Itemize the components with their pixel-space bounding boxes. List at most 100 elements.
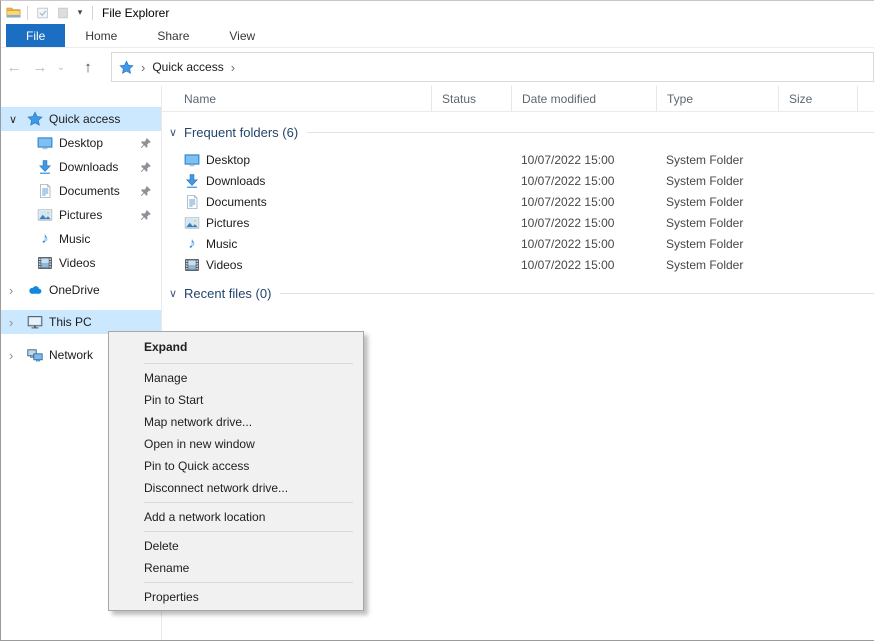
menu-item-properties[interactable]: Properties <box>109 586 363 608</box>
desktop-icon <box>37 135 53 151</box>
breadcrumb-chevron-icon[interactable]: › <box>224 60 242 75</box>
file-row-pictures[interactable]: Pictures 10/07/2022 15:00 System Folder <box>162 212 874 233</box>
videos-icon <box>37 255 53 271</box>
column-header-type[interactable]: Type <box>656 86 778 111</box>
up-button[interactable]: ↑ <box>75 59 101 76</box>
row-name: Music <box>206 237 237 251</box>
sidebar-item-downloads[interactable]: Downloads <box>1 155 161 179</box>
downloads-icon <box>184 173 200 189</box>
tab-home[interactable]: Home <box>65 24 137 47</box>
menu-item-add-network-location[interactable]: Add a network location <box>109 506 363 528</box>
group-header-frequent-folders[interactable]: ∨ Frequent folders (6) <box>162 122 874 142</box>
group-header-recent-files[interactable]: ∨ Recent files (0) <box>162 283 874 303</box>
sidebar-item-label: Network <box>49 348 93 362</box>
sidebar-item-videos[interactable]: Videos <box>1 251 161 275</box>
row-date-modified: 10/07/2022 15:00 <box>511 153 656 167</box>
group-header-rule <box>307 132 874 133</box>
menu-separator <box>144 582 353 583</box>
chevron-expanded-icon[interactable]: ∨ <box>169 287 184 300</box>
menu-item-rename[interactable]: Rename <box>109 557 363 579</box>
menu-item-expand[interactable]: Expand <box>109 334 363 360</box>
row-name: Documents <box>206 195 267 209</box>
menu-item-open-in-new-window[interactable]: Open in new window <box>109 433 363 455</box>
pictures-icon <box>37 207 53 223</box>
videos-icon <box>184 257 200 273</box>
breadcrumb-quick-access[interactable]: Quick access <box>152 60 223 74</box>
file-row-desktop[interactable]: Desktop 10/07/2022 15:00 System Folder <box>162 149 874 170</box>
downloads-icon <box>37 159 53 175</box>
sidebar-item-desktop[interactable]: Desktop <box>1 131 161 155</box>
back-button[interactable]: ← <box>1 59 27 76</box>
titlebar-divider <box>27 6 28 20</box>
tab-file[interactable]: File <box>6 24 65 47</box>
pin-icon <box>139 137 152 150</box>
sidebar-item-label: Videos <box>59 256 95 270</box>
title-bar: ▾ File Explorer <box>1 1 874 24</box>
chevron-expanded-icon[interactable]: ∨ <box>169 126 184 139</box>
window-title: File Explorer <box>102 6 169 20</box>
file-row-music[interactable]: ♪Music 10/07/2022 15:00 System Folder <box>162 233 874 254</box>
sidebar-item-label: Downloads <box>59 160 118 174</box>
file-explorer-window: ▾ File Explorer File Home Share View ← →… <box>0 0 874 641</box>
menu-item-delete[interactable]: Delete <box>109 535 363 557</box>
file-row-downloads[interactable]: Downloads 10/07/2022 15:00 System Folder <box>162 170 874 191</box>
row-date-modified: 10/07/2022 15:00 <box>511 174 656 188</box>
column-header-status[interactable]: Status <box>431 86 511 111</box>
qat-new-folder-button[interactable] <box>53 4 73 22</box>
sidebar-item-onedrive[interactable]: › OneDrive <box>1 278 161 302</box>
recent-locations-dropdown[interactable]: ⌄ <box>53 62 69 73</box>
group-header-rule <box>280 293 874 294</box>
sidebar-item-documents[interactable]: Documents <box>1 179 161 203</box>
row-name: Downloads <box>206 174 265 188</box>
group-header-label: Frequent folders (6) <box>184 125 298 140</box>
menu-item-disconnect-network-drive[interactable]: Disconnect network drive... <box>109 477 363 499</box>
frequent-folders-rows: Desktop 10/07/2022 15:00 System Folder D… <box>162 149 874 275</box>
music-note-icon: ♪ <box>184 236 200 252</box>
sidebar-item-label: Desktop <box>59 136 103 150</box>
tab-share[interactable]: Share <box>137 24 209 47</box>
file-row-videos[interactable]: Videos 10/07/2022 15:00 System Folder <box>162 254 874 275</box>
navigation-bar: ← → ⌄ ↑ › Quick access › <box>1 48 874 86</box>
row-type: System Folder <box>656 237 778 251</box>
column-header-size[interactable]: Size <box>778 86 858 111</box>
menu-item-map-network-drive[interactable]: Map network drive... <box>109 411 363 433</box>
tab-view[interactable]: View <box>209 24 275 47</box>
menu-separator <box>144 502 353 503</box>
qat-properties-button[interactable] <box>33 4 53 22</box>
row-name: Desktop <box>206 153 250 167</box>
sidebar-item-music[interactable]: ♪ Music <box>1 227 161 251</box>
breadcrumb-chevron-icon[interactable]: › <box>134 60 152 75</box>
qat-customize-dropdown[interactable]: ▾ <box>73 7 87 18</box>
row-date-modified: 10/07/2022 15:00 <box>511 195 656 209</box>
column-header-date-modified[interactable]: Date modified <box>511 86 656 111</box>
sidebar-spacer <box>1 302 161 310</box>
address-bar[interactable]: › Quick access › <box>111 52 874 82</box>
menu-separator <box>144 363 353 364</box>
chevron-collapsed-icon[interactable]: › <box>9 283 27 298</box>
chevron-collapsed-icon[interactable]: › <box>9 315 27 330</box>
this-pc-context-menu: Expand Manage Pin to Start Map network d… <box>108 331 364 611</box>
menu-item-manage[interactable]: Manage <box>109 367 363 389</box>
music-note-icon: ♪ <box>37 231 53 247</box>
documents-icon <box>184 194 200 210</box>
forward-button[interactable]: → <box>27 59 53 76</box>
row-name: Videos <box>206 258 242 272</box>
onedrive-cloud-icon <box>27 282 43 298</box>
sidebar-item-pictures[interactable]: Pictures <box>1 203 161 227</box>
desktop-icon <box>184 152 200 168</box>
pin-icon <box>139 185 152 198</box>
quick-access-star-icon <box>119 60 134 75</box>
menu-item-pin-to-start[interactable]: Pin to Start <box>109 389 363 411</box>
column-header-name[interactable]: Name <box>162 86 431 111</box>
chevron-collapsed-icon[interactable]: › <box>9 348 27 363</box>
network-icon <box>27 347 43 363</box>
group-header-label: Recent files (0) <box>184 286 271 301</box>
pictures-icon <box>184 215 200 231</box>
column-headers: Name Status Date modified Type Size <box>162 86 874 112</box>
menu-item-pin-to-quick-access[interactable]: Pin to Quick access <box>109 455 363 477</box>
file-row-documents[interactable]: Documents 10/07/2022 15:00 System Folder <box>162 191 874 212</box>
sidebar-item-quick-access[interactable]: ∨ Quick access <box>1 107 161 131</box>
ribbon-tabs: File Home Share View <box>1 24 874 48</box>
chevron-expanded-icon[interactable]: ∨ <box>9 113 27 126</box>
row-name: Pictures <box>206 216 249 230</box>
